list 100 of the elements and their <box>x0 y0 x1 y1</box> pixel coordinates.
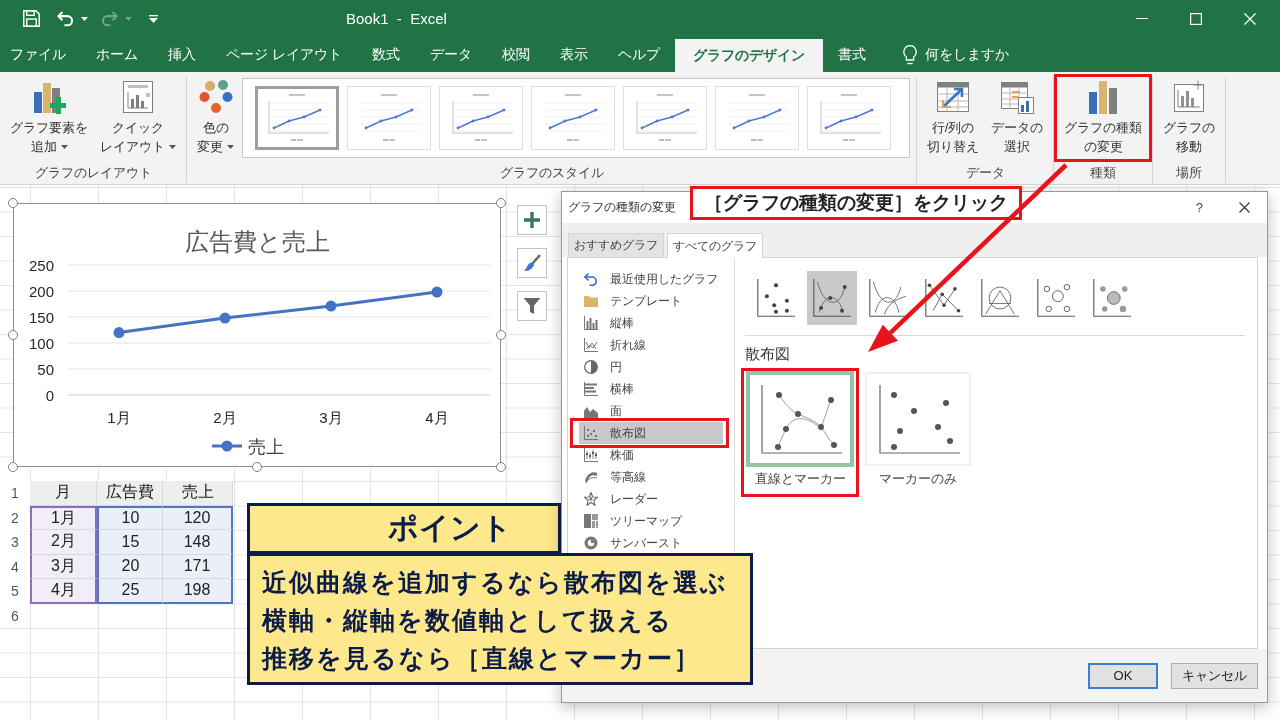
ribbon-tab[interactable]: 校閲 <box>486 37 545 72</box>
chart-elements-button[interactable] <box>517 205 547 235</box>
instruction-callout: ［グラフの種類の変更］をクリック <box>690 186 1022 220</box>
data-point <box>113 327 125 339</box>
group-label: グラフのスタイル <box>498 164 605 182</box>
line-chart-icon <box>584 338 598 352</box>
row-number[interactable]: 1 <box>0 481 30 506</box>
dialog-button[interactable]: OK <box>1088 662 1158 689</box>
resize-handle[interactable] <box>8 462 18 472</box>
close-icon[interactable] <box>1239 202 1250 213</box>
dialog-button[interactable]: キャンセル <box>1171 662 1258 689</box>
resize-handle[interactable] <box>496 330 506 340</box>
ribbon-tab[interactable]: 数式 <box>356 37 415 72</box>
folder-icon <box>584 294 598 308</box>
caret-icon[interactable] <box>169 144 176 149</box>
ribbon-tab[interactable]: 書式 <box>822 37 881 72</box>
chart-category-item[interactable]: 株価 <box>579 444 723 466</box>
chart-category-item[interactable]: 最近使用したグラフ <box>579 268 723 290</box>
pie-chart-icon <box>584 360 598 374</box>
axis-label: 250 <box>28 256 54 274</box>
table-cell: 148 <box>163 530 233 555</box>
table-cell: 20 <box>97 554 163 579</box>
resize-handle[interactable] <box>496 198 506 208</box>
table-cell: 2月 <box>30 530 97 555</box>
sunburst-icon <box>584 536 598 550</box>
chart-category-item[interactable]: ツリーマップ <box>579 510 723 532</box>
chart-category-item[interactable]: 散布図 <box>579 422 723 444</box>
swap-grid-icon <box>936 80 970 114</box>
tell-me-field[interactable]: 何をしますか <box>924 47 1035 62</box>
row-number[interactable]: 5 <box>0 579 30 604</box>
table-cell: 15 <box>97 530 163 555</box>
colors-button[interactable]: 色の 変更 <box>193 77 238 159</box>
ribbon-tab[interactable]: グラフのデザイン <box>674 39 823 72</box>
stock-chart-icon <box>584 448 598 462</box>
chart-category-item[interactable]: 円 <box>579 356 723 378</box>
add-element-button[interactable]: グラフ要素を 追加 <box>6 77 92 159</box>
chart-category-item[interactable]: 横棒 <box>579 378 723 400</box>
dialog-tab[interactable]: おすすめグラフ <box>568 233 664 257</box>
select-data-button[interactable]: データの 選択 <box>987 77 1047 159</box>
table-cell: 4月 <box>30 579 97 604</box>
group-label: 種類 <box>1089 164 1117 182</box>
axis-label: 1月 <box>107 409 131 426</box>
table-cell: 1月 <box>30 505 97 530</box>
caret-icon[interactable] <box>60 144 68 149</box>
chart-category-item[interactable]: 等高線 <box>579 466 723 488</box>
ribbon-tab[interactable]: 表示 <box>544 37 603 72</box>
chart-category-item[interactable]: 面 <box>579 400 723 422</box>
lightbulb-icon[interactable] <box>902 44 917 65</box>
help-button[interactable]: ? <box>1195 200 1203 215</box>
undo-icon[interactable] <box>57 10 74 27</box>
bubble-icon <box>1036 278 1076 318</box>
plus-icon <box>523 211 541 229</box>
ribbon-tab[interactable]: ホーム <box>81 37 153 72</box>
axis-label: 200 <box>28 282 54 300</box>
chart-subtype-button[interactable] <box>807 271 857 325</box>
caret-icon[interactable] <box>227 144 234 149</box>
resize-handle[interactable] <box>252 462 262 472</box>
chart-category-item[interactable]: 縦棒 <box>579 312 723 334</box>
caret-icon[interactable] <box>81 16 88 21</box>
quick-layout-button[interactable]: クイック レイアウト <box>96 77 180 159</box>
ribbon-tab[interactable]: 挿入 <box>153 37 211 72</box>
ribbon-tab[interactable]: データ <box>414 37 487 72</box>
resize-handle[interactable] <box>8 198 18 208</box>
chart-category-item[interactable]: 折れ線 <box>579 334 723 356</box>
ribbon-tab[interactable]: ヘルプ <box>602 37 675 72</box>
curve-dots-icon <box>812 278 852 318</box>
axis-label: 4月 <box>425 409 449 426</box>
layout-icon <box>121 80 155 114</box>
ribbon-tab[interactable]: ファイル <box>0 37 81 72</box>
dialog-tab[interactable]: すべてのグラフ <box>667 233 763 258</box>
customize-icon[interactable] <box>149 14 158 23</box>
brush-icon <box>523 254 541 272</box>
chart-styles-button[interactable] <box>517 248 547 278</box>
row-number[interactable]: 3 <box>0 530 30 555</box>
ribbon-tab[interactable]: ページ レイアウト <box>211 37 357 72</box>
change-type-button[interactable]: グラフの種類 の変更 <box>1060 77 1146 159</box>
table-cell: 10 <box>97 505 163 530</box>
table-cell: 25 <box>97 579 163 604</box>
axis-label: 0 <box>45 386 54 404</box>
axis-label: 50 <box>37 360 54 378</box>
chart-style-thumbnail[interactable] <box>255 86 339 150</box>
group-label: 場所 <box>1175 164 1203 182</box>
resize-handle[interactable] <box>8 330 18 340</box>
surface-chart-icon <box>584 470 598 484</box>
chart-area[interactable]: 広告費と売上 0 50 100 150 200 250 1月 2月 3月 4月 売上 <box>13 203 501 467</box>
chart-filters-button[interactable] <box>517 291 547 321</box>
polyline-icon <box>980 278 1020 318</box>
point-text: 推移を見るなら［直線とマーカー］ <box>262 643 702 674</box>
maximize-icon[interactable] <box>1190 12 1202 25</box>
data-point <box>431 286 443 298</box>
save-icon[interactable] <box>23 10 40 27</box>
data-point <box>219 312 231 324</box>
chart-category-item[interactable]: テンプレート <box>579 290 723 312</box>
minimize-icon[interactable] <box>1136 17 1148 20</box>
switch-row-column-button[interactable]: 行/列の 切り替え <box>923 77 983 159</box>
move-chart-button[interactable]: グラフの 移動 <box>1159 77 1219 159</box>
legend-marker-icon <box>212 440 242 452</box>
chart-category-item[interactable]: レーダー <box>579 488 723 510</box>
axis-label: 3月 <box>319 409 343 426</box>
resize-handle[interactable] <box>496 462 506 472</box>
